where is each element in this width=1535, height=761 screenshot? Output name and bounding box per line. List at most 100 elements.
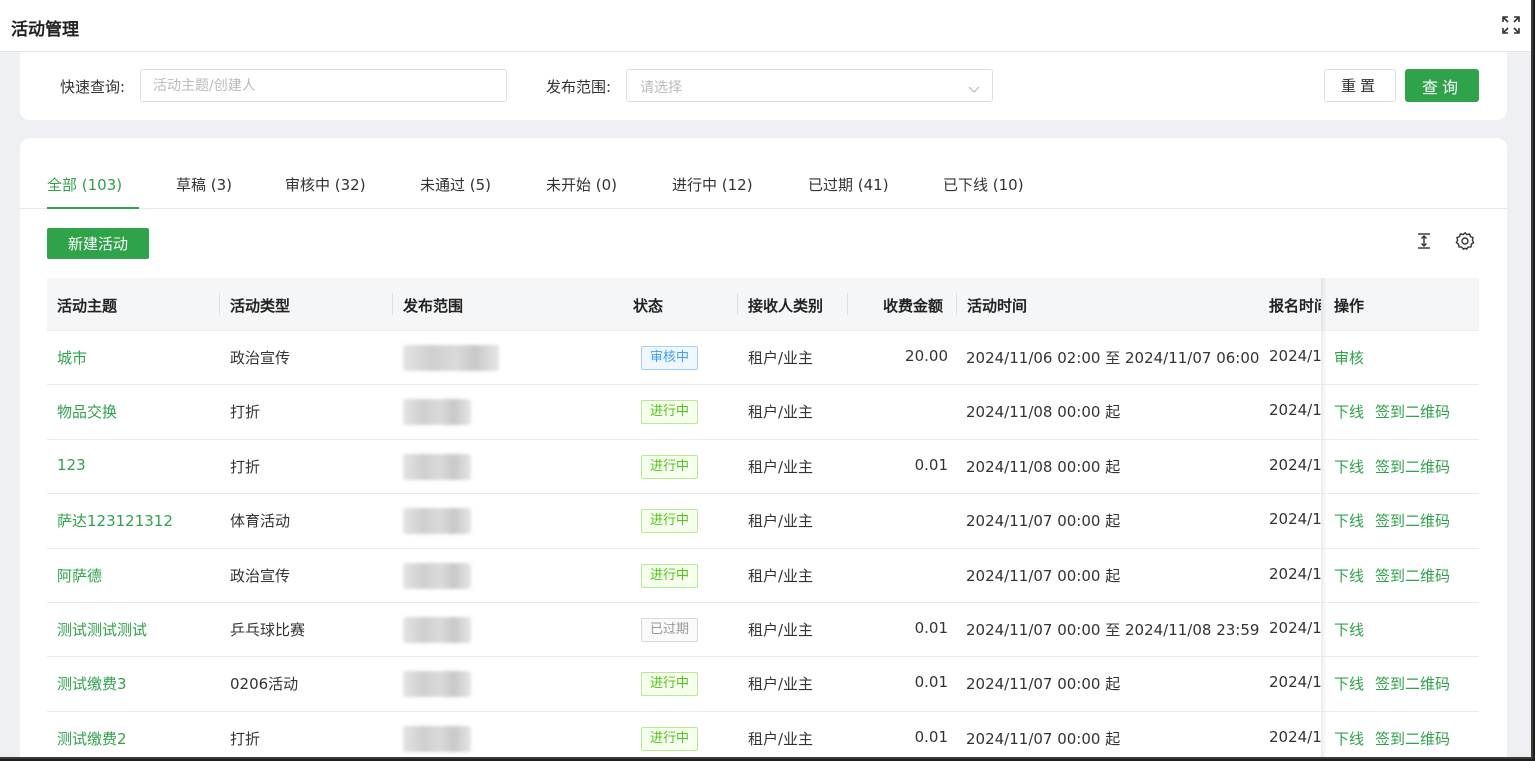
status-badge: 进行中 <box>641 672 699 697</box>
quick-search-label: 快速查询: <box>60 78 126 96</box>
offline-link[interactable]: 下线 <box>1334 673 1364 694</box>
topic-link[interactable]: 测试缴费3 <box>57 673 127 694</box>
time-cell: 2024/11/07 00:00 至 2024/11/08 23:59 <box>966 620 1260 639</box>
scope-redacted <box>403 725 471 752</box>
fixed-column-shadow <box>1321 494 1327 548</box>
checkin-qrcode-link[interactable]: 签到二维码 <box>1375 728 1450 749</box>
chevron-down-icon <box>968 80 980 98</box>
tab-all[interactable]: 全部 (103) <box>47 174 122 195</box>
checkin-qrcode-link[interactable]: 签到二维码 <box>1375 673 1450 694</box>
tab-offline[interactable]: 已下线 (10) <box>943 174 1024 195</box>
tab-not-started[interactable]: 未开始 (0) <box>546 174 617 195</box>
col-fee: 收费金额 <box>883 297 944 315</box>
table-row: 城市 政治宣传 审核中 租户/业主 20.00 2024/11/06 02:00… <box>47 331 1479 386</box>
checkin-qrcode-link[interactable]: 签到二维码 <box>1375 510 1450 531</box>
review-link[interactable]: 审核 <box>1334 347 1364 368</box>
col-divider <box>219 293 220 315</box>
status-tabs: 全部 (103) 草稿 (3) 审核中 (32) 未通过 (5) 未开始 (0)… <box>20 138 1507 209</box>
topic-link[interactable]: 阿萨德 <box>57 565 102 586</box>
fixed-column-shadow <box>1321 657 1327 711</box>
offline-link[interactable]: 下线 <box>1334 565 1364 586</box>
scope-redacted <box>403 399 471 426</box>
topic-link[interactable]: 萨达123121312 <box>57 510 173 531</box>
scope-select[interactable]: 请选择 <box>626 69 993 102</box>
topic-link[interactable]: 城市 <box>57 347 87 368</box>
topic-link[interactable]: 物品交换 <box>57 401 117 422</box>
offline-link[interactable]: 下线 <box>1334 728 1364 749</box>
table-header: 活动主题 活动类型 发布范围 状态 接收人类别 收费金额 活动时间 报名时间 操… <box>47 278 1479 331</box>
receiver-cell: 租户/业主 <box>748 457 814 476</box>
receiver-cell: 租户/业主 <box>748 620 814 639</box>
new-activity-button[interactable]: 新建活动 <box>47 228 149 259</box>
fee-cell: 0.01 <box>914 673 948 692</box>
col-divider <box>737 293 738 315</box>
title-bar: 活动管理 <box>0 0 1531 52</box>
type-cell: 打折 <box>230 457 261 476</box>
checkin-qrcode-link[interactable]: 签到二维码 <box>1375 565 1450 586</box>
reg-time-cell: 2024/11 <box>1269 510 1321 529</box>
checkin-qrcode-link[interactable]: 签到二维码 <box>1375 401 1450 422</box>
status-badge: 进行中 <box>641 726 699 751</box>
page-title: 活动管理 <box>11 20 79 40</box>
tab-in-progress[interactable]: 进行中 (12) <box>672 174 753 195</box>
tab-rejected[interactable]: 未通过 (5) <box>420 174 491 195</box>
reg-time-cell: 2024/11 <box>1269 455 1321 474</box>
gear-icon[interactable] <box>1455 231 1475 251</box>
status-badge: 审核中 <box>641 346 699 370</box>
time-cell: 2024/11/07 00:00 起 <box>966 566 1121 585</box>
receiver-cell: 租户/业主 <box>748 512 814 531</box>
scope-redacted <box>403 616 471 643</box>
time-cell: 2024/11/07 00:00 起 <box>966 675 1121 694</box>
query-button[interactable]: 查询 <box>1405 69 1479 102</box>
fixed-column-shadow <box>1321 711 1327 757</box>
col-divider <box>392 293 393 315</box>
table-row: 测试缴费3 0206活动 进行中 租户/业主 0.01 2024/11/07 0… <box>47 657 1479 712</box>
topic-link[interactable]: 123 <box>57 456 86 474</box>
reg-time-cell: 2024/11 <box>1269 347 1321 365</box>
offline-link[interactable]: 下线 <box>1334 456 1364 477</box>
time-cell: 2024/11/08 00:00 起 <box>966 457 1121 476</box>
scope-label: 发布范围: <box>546 78 612 96</box>
table-row: 123 打折 进行中 租户/业主 0.01 2024/11/08 00:00 起… <box>47 439 1479 495</box>
col-time: 活动时间 <box>967 297 1028 315</box>
scope-redacted <box>403 453 471 480</box>
offline-link[interactable]: 下线 <box>1334 401 1364 422</box>
scope-redacted <box>403 508 471 535</box>
col-type: 活动类型 <box>230 297 291 315</box>
status-badge: 进行中 <box>641 400 699 425</box>
search-panel: 快速查询: 发布范围: 请选择 重置 查询 <box>20 52 1507 120</box>
column-height-icon[interactable] <box>1414 231 1434 251</box>
col-divider <box>956 293 957 315</box>
table-row: 测试测试测试 乒乓球比赛 已过期 租户/业主 0.01 2024/11/07 0… <box>47 602 1479 658</box>
col-divider <box>847 293 848 315</box>
col-topic: 活动主题 <box>57 297 118 315</box>
fullscreen-icon[interactable] <box>1501 15 1521 35</box>
scope-redacted <box>403 345 499 371</box>
table-row: 阿萨德 政治宣传 进行中 租户/业主 2024/11/07 00:00 起 20… <box>47 548 1479 603</box>
app-window: 活动管理 快速查询: 发布范围: 请选择 重置 查询 全部 (103) 草 <box>0 0 1533 759</box>
fee-cell: 20.00 <box>905 347 948 365</box>
scope-placeholder: 请选择 <box>640 80 682 96</box>
scope-redacted <box>403 671 471 698</box>
activity-table: 活动主题 活动类型 发布范围 状态 接收人类别 收费金额 活动时间 报名时间 操… <box>47 278 1479 757</box>
tab-expired[interactable]: 已过期 (41) <box>808 174 889 195</box>
active-tab-indicator <box>47 207 139 209</box>
status-badge: 进行中 <box>641 563 699 588</box>
fee-cell: 0.01 <box>914 618 948 637</box>
offline-link[interactable]: 下线 <box>1334 619 1364 640</box>
time-cell: 2024/11/08 00:00 起 <box>966 403 1121 422</box>
reset-button[interactable]: 重置 <box>1324 69 1396 102</box>
type-cell: 打折 <box>230 729 261 748</box>
tab-draft[interactable]: 草稿 (3) <box>176 174 232 195</box>
receiver-cell: 租户/业主 <box>748 675 814 694</box>
checkin-qrcode-link[interactable]: 签到二维码 <box>1375 456 1450 477</box>
type-cell: 体育活动 <box>230 512 291 531</box>
topic-link[interactable]: 测试测试测试 <box>57 619 147 640</box>
table-row: 萨达123121312 体育活动 进行中 租户/业主 2024/11/07 00… <box>47 494 1479 549</box>
quick-search-input[interactable] <box>141 70 506 101</box>
offline-link[interactable]: 下线 <box>1334 510 1364 531</box>
topic-link[interactable]: 测试缴费2 <box>57 728 127 749</box>
receiver-cell: 租户/业主 <box>748 729 814 748</box>
col-reg-time: 报名时间 <box>1269 297 1321 315</box>
tab-reviewing[interactable]: 审核中 (32) <box>285 174 366 195</box>
